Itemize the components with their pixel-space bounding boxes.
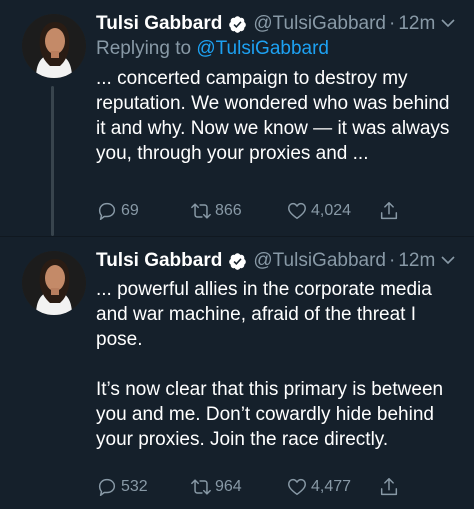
like-button[interactable]: 4,024 bbox=[286, 199, 351, 223]
tweet[interactable]: Tulsi Gabbard @TulsiGabbard · 12m Replyi… bbox=[0, 0, 474, 236]
chevron-down-icon[interactable] bbox=[440, 252, 456, 268]
tweet-actions: 69 866 4,024 bbox=[96, 199, 454, 223]
tweet[interactable]: Tulsi Gabbard @TulsiGabbard · 12m ... po… bbox=[0, 236, 474, 509]
separator: · bbox=[388, 250, 396, 271]
avatar[interactable] bbox=[22, 251, 86, 315]
reply-button[interactable]: 69 bbox=[96, 199, 139, 223]
verified-badge-icon bbox=[229, 15, 247, 33]
like-count: 4,024 bbox=[311, 202, 352, 219]
heart-icon bbox=[288, 202, 306, 220]
author-handle[interactable]: @TulsiGabbard bbox=[253, 13, 386, 35]
replying-to: Replying to @TulsiGabbard bbox=[96, 38, 329, 60]
share-icon bbox=[380, 478, 398, 496]
share-button[interactable] bbox=[378, 199, 403, 223]
reply-count: 532 bbox=[121, 478, 148, 495]
replying-to-label: Replying to bbox=[96, 38, 192, 59]
avatar[interactable] bbox=[22, 14, 86, 78]
author-name[interactable]: Tulsi Gabbard bbox=[96, 250, 222, 272]
reply-count: 69 bbox=[121, 202, 139, 219]
retweet-button[interactable]: 866 bbox=[190, 199, 242, 223]
tweet-actions: 532 964 4,477 bbox=[96, 475, 454, 499]
tweet-header: Tulsi Gabbard @TulsiGabbard · 12m bbox=[96, 12, 464, 36]
like-button[interactable]: 4,477 bbox=[286, 475, 351, 499]
retweet-count: 866 bbox=[215, 202, 242, 219]
timestamp[interactable]: 12m bbox=[398, 250, 435, 272]
heart-icon bbox=[288, 478, 306, 496]
tweet-text: ... powerful allies in the corporate med… bbox=[96, 279, 444, 450]
avatar-image bbox=[22, 14, 86, 78]
like-count: 4,477 bbox=[311, 478, 352, 495]
chevron-down-icon[interactable] bbox=[440, 15, 456, 31]
retweet-button[interactable]: 964 bbox=[190, 475, 242, 499]
share-button[interactable] bbox=[378, 475, 403, 499]
retweet-icon bbox=[191, 203, 211, 219]
author-handle[interactable]: @TulsiGabbard bbox=[253, 250, 386, 272]
author-name[interactable]: Tulsi Gabbard bbox=[96, 13, 222, 35]
reply-icon bbox=[98, 202, 116, 220]
reply-button[interactable]: 532 bbox=[96, 475, 148, 499]
timestamp[interactable]: 12m bbox=[398, 13, 435, 35]
retweet-count: 964 bbox=[215, 478, 242, 495]
share-icon bbox=[380, 202, 398, 220]
retweet-icon bbox=[191, 479, 211, 495]
verified-badge-icon bbox=[229, 252, 247, 270]
thread-line bbox=[51, 86, 54, 236]
replying-to-mention[interactable]: @TulsiGabbard bbox=[196, 38, 329, 59]
avatar-image bbox=[22, 251, 86, 315]
tweet-text: ... concerted campaign to destroy my rep… bbox=[96, 68, 450, 164]
separator: · bbox=[388, 13, 396, 34]
reply-icon bbox=[98, 478, 116, 496]
tweet-header: Tulsi Gabbard @TulsiGabbard · 12m bbox=[96, 249, 464, 273]
